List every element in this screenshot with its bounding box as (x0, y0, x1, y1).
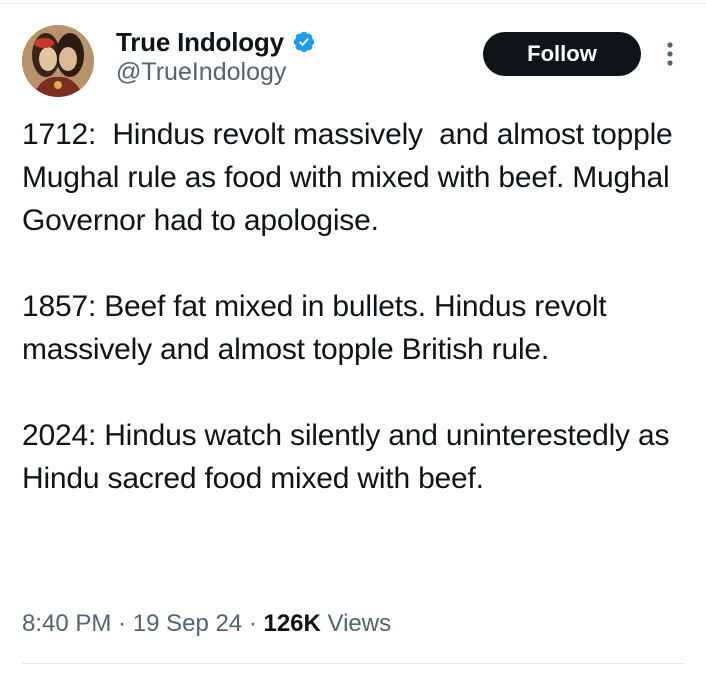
meta-separator: · (111, 610, 133, 637)
tweet-paragraph: 2024: Hindus watch silently and unintere… (22, 419, 678, 495)
author-info: True Indology @TrueIndology (116, 25, 316, 87)
more-options-icon[interactable] (660, 38, 680, 70)
views-label: Views (320, 610, 392, 637)
author-display-name[interactable]: True Indology (116, 27, 284, 58)
bottom-divider (22, 663, 684, 664)
views-count: 126K (263, 610, 321, 637)
tweet-date[interactable]: 19 Sep 24 (133, 610, 242, 637)
tweet-text: 1712: Hindus revolt massively and almost… (22, 113, 692, 500)
author-handle[interactable]: @TrueIndology (116, 58, 316, 87)
meta-separator: · (242, 610, 264, 637)
avatar[interactable] (22, 25, 94, 97)
tweet-meta: 8:40 PM · 19 Sep 24 · 126K Views (22, 610, 391, 638)
tweet-paragraph: 1857: Beef fat mixed in bullets. Hindus … (22, 290, 615, 366)
tweet-time[interactable]: 8:40 PM (22, 610, 111, 637)
avatar-painting-icon (22, 25, 94, 97)
verified-badge-icon[interactable] (292, 30, 316, 54)
tweet-card: True Indology @TrueIndology Follow 1712:… (0, 0, 706, 675)
follow-button[interactable]: Follow (483, 32, 641, 76)
tweet-paragraph: 1712: Hindus revolt massively and almost… (22, 118, 681, 237)
top-divider (0, 3, 706, 4)
name-row: True Indology (116, 25, 316, 59)
